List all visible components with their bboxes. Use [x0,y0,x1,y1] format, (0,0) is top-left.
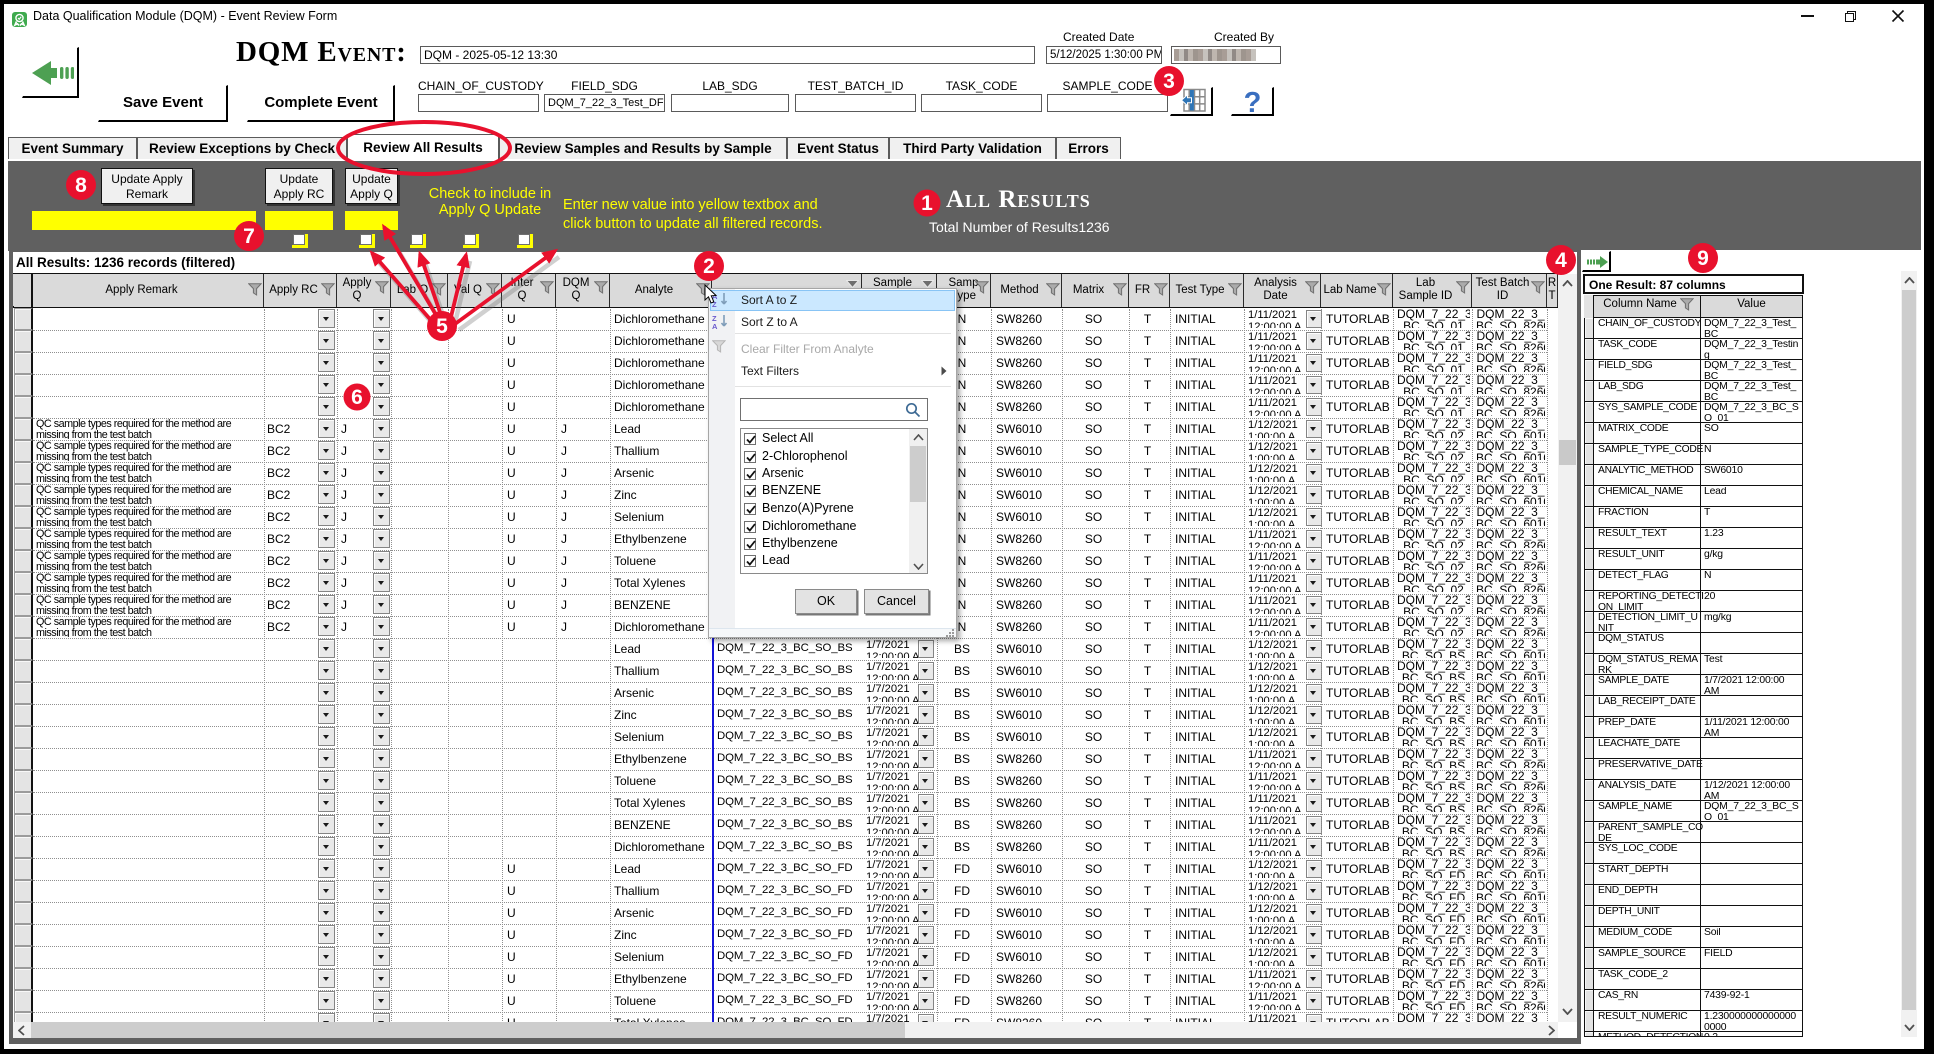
svg-text:A: A [712,322,718,330]
